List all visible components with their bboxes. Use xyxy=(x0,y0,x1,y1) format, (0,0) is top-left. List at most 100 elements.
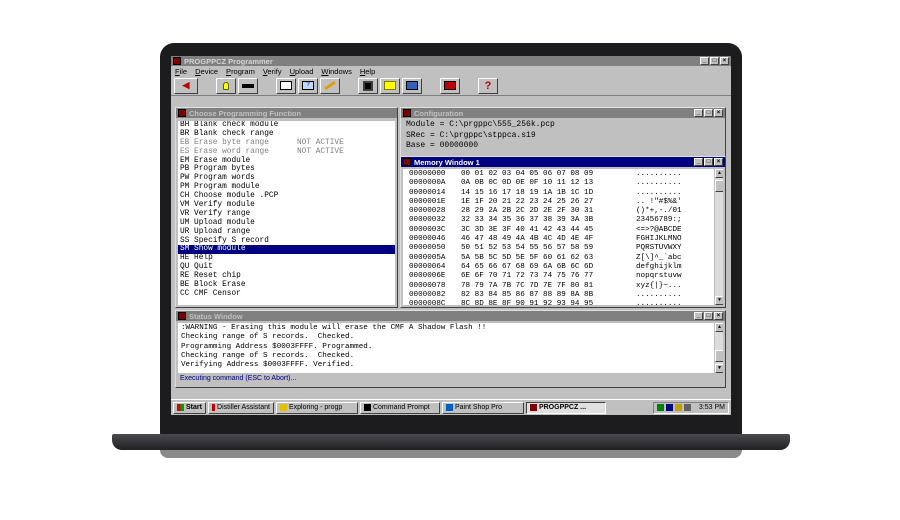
memory-close-button[interactable]: × xyxy=(714,158,723,166)
configuration-maximize-button[interactable]: □ xyxy=(704,109,713,117)
menu-device[interactable]: Device xyxy=(195,67,218,76)
function-item[interactable]: RE Reset chip xyxy=(178,272,395,281)
memory-maximize-button[interactable]: □ xyxy=(704,158,713,166)
configuration-close-button[interactable]: × xyxy=(714,109,723,117)
memory-scrollbar[interactable]: ▲ ▼ xyxy=(714,169,723,305)
status-scrollbar[interactable]: ▲ ▼ xyxy=(714,323,723,373)
function-window-titlebar[interactable]: Choose Programming Function xyxy=(176,108,397,118)
status-content: :WARNING - Erasing this module will eras… xyxy=(178,323,723,373)
memory-address: 0000000A xyxy=(409,179,446,188)
scroll-down-icon[interactable]: ▼ xyxy=(715,296,723,305)
menu-upload[interactable]: Upload xyxy=(290,67,314,76)
memory-address: 00000064 xyxy=(409,262,446,271)
memory-row: 0000001E 1E 1F 20 21 22 23 24 25 26 27 .. … xyxy=(409,198,723,207)
folder-open-icon[interactable] xyxy=(380,77,400,94)
memory-minimize-button[interactable]: _ xyxy=(694,158,703,166)
memory-titlebar[interactable]: Memory Window 1 _ □ × xyxy=(401,157,725,167)
status-titlebar[interactable]: Status Window _ □ × xyxy=(176,311,725,321)
memory-ascii: .......... xyxy=(636,188,682,197)
memory-row: 00000028 28 29 2A 2B 2C 2D 2E 2F 30 31 ()*… xyxy=(409,207,723,216)
function-item[interactable]: VM Verify module xyxy=(178,201,395,210)
menu-file[interactable]: File xyxy=(175,67,187,76)
tray-icon-2[interactable] xyxy=(665,404,673,411)
minimize-button[interactable]: _ xyxy=(700,57,709,65)
help-icon[interactable]: ? xyxy=(478,77,498,94)
function-item[interactable]: SS Specify S record xyxy=(178,237,395,246)
memory-hex: 64 65 66 67 68 69 6A 6B 6C 6D xyxy=(461,262,594,271)
function-item[interactable]: EM Erase module xyxy=(178,157,395,166)
menu-program[interactable]: Program xyxy=(226,67,255,76)
menu-verify[interactable]: Verify xyxy=(263,67,282,76)
config-module: Module = C:\prgppc\555_256k.pcp xyxy=(406,120,555,129)
task-distiller-label: Distiller Assistant xyxy=(217,404,270,411)
task-command-prompt[interactable]: Command Prompt xyxy=(359,401,440,414)
memory-icon xyxy=(403,158,411,166)
status-scroll-up-icon[interactable]: ▲ xyxy=(715,323,723,332)
bar-icon[interactable] xyxy=(238,77,258,94)
bulb-icon[interactable] xyxy=(216,77,236,94)
task-paint-shop[interactable]: Paint Shop Pro xyxy=(441,401,524,414)
tray-icon-3[interactable] xyxy=(674,404,682,411)
clock: 3:53 PM xyxy=(698,404,725,411)
configuration-minimize-button[interactable]: _ xyxy=(694,109,703,117)
configuration-titlebar[interactable]: Configuration _ □ × xyxy=(401,108,725,118)
monitor-help-icon[interactable]: ? xyxy=(298,77,318,94)
function-item[interactable]: PM Program module xyxy=(178,183,395,192)
function-item[interactable]: EB Erase byte range NOT ACTIVE xyxy=(178,139,395,148)
function-item[interactable]: SM Show module xyxy=(178,245,395,255)
pencil-icon[interactable] xyxy=(320,77,340,94)
function-item[interactable]: VR Verify range xyxy=(178,210,395,219)
scroll-up-icon[interactable]: ▲ xyxy=(715,169,723,178)
app-titlebar[interactable]: PROGPPCZ Programmer _ □ × xyxy=(171,56,731,66)
distiller-icon xyxy=(211,404,216,411)
function-item[interactable]: BR Blank check range xyxy=(178,130,395,139)
memory-hex: 28 29 2A 2B 2C 2D 2E 2F 30 31 xyxy=(461,207,594,216)
speaker-icon[interactable] xyxy=(683,404,691,411)
menu-windows[interactable]: Windows xyxy=(321,67,351,76)
explorer-icon xyxy=(279,404,287,411)
function-item[interactable]: ES Erase word range NOT ACTIVE xyxy=(178,148,395,157)
configuration-title: Configuration xyxy=(414,108,464,118)
status-title: Status Window xyxy=(189,311,243,321)
tray-icon-1[interactable] xyxy=(656,404,664,411)
memory-address: 00000000 xyxy=(409,170,446,178)
start-button[interactable]: Start xyxy=(173,401,206,414)
status-scroll-thumb[interactable] xyxy=(715,350,723,362)
close-button[interactable]: × xyxy=(720,57,729,65)
memory-address: 00000050 xyxy=(409,244,446,253)
function-item[interactable]: UR Upload range xyxy=(178,228,395,237)
laptop-shadow xyxy=(160,450,742,458)
memory-row: 00000064 64 65 66 67 68 69 6A 6B 6C 6D def… xyxy=(409,263,723,272)
task-exploring[interactable]: Exploring - progp xyxy=(275,401,358,414)
function-item[interactable]: CC CMF Censor xyxy=(178,290,395,299)
start-label: Start xyxy=(186,404,202,411)
task-progppcz[interactable]: PROGPPCZ ... xyxy=(525,401,606,414)
save-icon[interactable] xyxy=(358,77,378,94)
scroll-thumb[interactable] xyxy=(715,180,723,192)
function-item[interactable]: UM Upload module xyxy=(178,219,395,228)
function-item[interactable]: PW Program words xyxy=(178,174,395,183)
function-item[interactable]: PB Program bytes xyxy=(178,165,395,174)
memory-address: 00000028 xyxy=(409,207,446,216)
maximize-button[interactable]: □ xyxy=(710,57,719,65)
function-item[interactable]: HE Help xyxy=(178,254,395,263)
export-icon[interactable] xyxy=(440,77,460,94)
transfer-icon[interactable] xyxy=(402,77,422,94)
status-scroll-down-icon[interactable]: ▼ xyxy=(715,364,723,373)
monitor-icon[interactable] xyxy=(276,77,296,94)
taskbar: Start Distiller Assistant Exploring - pr… xyxy=(171,399,731,415)
task-distiller[interactable]: Distiller Assistant xyxy=(207,401,274,414)
screen: PROGPPCZ Programmer _ □ × File Device Pr… xyxy=(171,56,731,415)
memory-hex: 3C 3D 3E 3F 40 41 42 43 44 45 xyxy=(461,225,594,234)
back-arrow-icon[interactable]: ◀ xyxy=(174,77,198,94)
status-close-button[interactable]: × xyxy=(714,312,723,320)
function-item[interactable]: CH Choose module .PCP xyxy=(178,192,395,201)
status-line: Checking range of S records. Checked. xyxy=(181,351,355,360)
memory-ascii: defghijklm xyxy=(636,262,682,271)
status-minimize-button[interactable]: _ xyxy=(694,312,703,320)
function-item[interactable]: QU Quit xyxy=(178,263,395,272)
status-maximize-button[interactable]: □ xyxy=(704,312,713,320)
menu-help[interactable]: Help xyxy=(360,67,375,76)
function-item[interactable]: BE Block Erase xyxy=(178,281,395,290)
function-item[interactable]: BH Blank check module xyxy=(178,121,395,130)
